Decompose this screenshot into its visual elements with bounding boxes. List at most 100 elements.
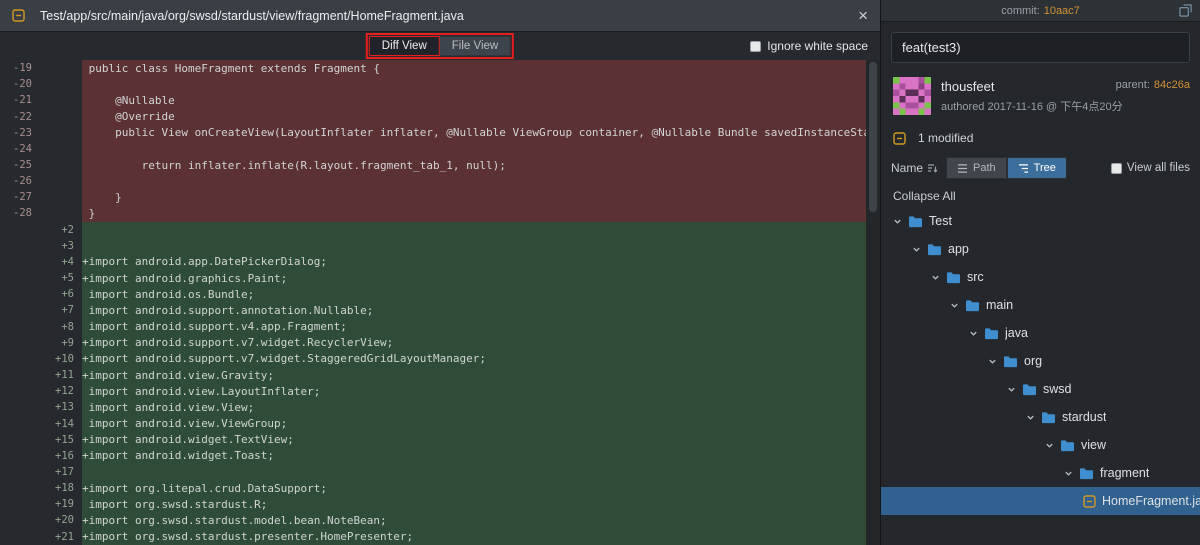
code-text <box>82 463 866 481</box>
diff-view-button[interactable]: Diff View <box>368 36 440 56</box>
code-text: } <box>82 205 866 222</box>
folder-icon <box>908 215 923 228</box>
chevron-down-icon <box>969 329 978 338</box>
name-sort-label: Name <box>891 161 924 175</box>
code-text: +import org.swsd.stardust.model.bean.Not… <box>82 512 866 529</box>
commit-label: commit: <box>1001 4 1040 17</box>
tree-item-folder[interactable]: fragment <box>881 459 1200 487</box>
diff-line: -21 @Nullable <box>0 92 880 109</box>
diff-line: -22 @Override <box>0 108 880 125</box>
view-all-files-checkbox[interactable] <box>1110 162 1122 174</box>
code-text: import android.view.ViewGroup; <box>82 415 866 432</box>
diff-scrollbar[interactable] <box>866 60 880 545</box>
new-line-number: +16 <box>55 449 74 462</box>
tree-item-label: org <box>1024 354 1043 368</box>
folder-icon <box>927 243 942 256</box>
code-text: +import android.widget.TextView; <box>82 431 866 448</box>
modified-count-label: 1 modified <box>918 131 974 145</box>
chevron-down-icon <box>931 273 940 282</box>
diff-line: +15 +import android.widget.TextView; <box>0 431 880 448</box>
chevron-down-icon <box>988 357 997 366</box>
folder-icon <box>965 299 980 312</box>
tree-item-label: fragment <box>1100 466 1150 480</box>
tree-item-folder[interactable]: org <box>881 347 1200 375</box>
code-text: public View onCreateView(LayoutInflater … <box>82 124 866 141</box>
tree-item-folder[interactable]: java <box>881 319 1200 347</box>
tree-item-folder[interactable]: stardust <box>881 403 1200 431</box>
old-line-number: -20 <box>13 78 32 91</box>
diff-line: +11 +import android.view.Gravity; <box>0 366 880 384</box>
code-text: @Nullable <box>82 92 866 109</box>
tree-item-folder[interactable]: Test <box>881 207 1200 235</box>
file-header: Test/app/src/main/java/org/swsd/stardust… <box>0 0 880 32</box>
tree-item-label: stardust <box>1062 410 1107 424</box>
code-text: } <box>82 189 866 206</box>
file-view-button[interactable]: File View <box>439 36 512 56</box>
code-text: public class HomeFragment extends Fragme… <box>82 60 866 77</box>
code-text: import android.support.v4.app.Fragment; <box>82 318 866 335</box>
scrollbar-thumb[interactable] <box>869 62 877 212</box>
code-text: +import android.graphics.Paint; <box>82 270 866 287</box>
commit-header-bar: commit: 10aac7 <box>881 0 1200 22</box>
view-all-files-control[interactable]: View all files <box>1110 162 1190 174</box>
diff-body: -19 public class HomeFragment extends Fr… <box>0 60 880 545</box>
author-meta: thousfeet authored 2017-11-16 @ 下午4点20分 <box>941 77 1123 115</box>
diff-line: -26 <box>0 173 880 190</box>
code-text: +import android.support.v7.widget.Recycl… <box>82 334 866 351</box>
diff-line: -23 public View onCreateView(LayoutInfla… <box>0 124 880 141</box>
old-line-number: -23 <box>13 126 32 139</box>
commit-hash[interactable]: 10aac7 <box>1044 5 1080 17</box>
code-text: +import android.support.v7.widget.Stagge… <box>82 350 866 367</box>
old-line-number: -22 <box>13 110 32 123</box>
diff-line: +21 +import org.swsd.stardust.presenter.H… <box>0 528 880 545</box>
file-tree: Test app src main java org swsd stardust view fra… <box>881 207 1200 545</box>
close-button[interactable]: × <box>858 7 868 24</box>
diff-line: +18 +import org.litepal.crud.DataSupport; <box>0 480 880 497</box>
chevron-down-icon <box>1064 469 1073 478</box>
diff-line: +13 import android.view.View; <box>0 399 880 416</box>
folder-icon <box>1041 411 1056 424</box>
code-text: +import org.swsd.stardust.presenter.Home… <box>82 528 866 545</box>
tree-item-label: swsd <box>1043 382 1072 396</box>
diff-line: +19 import org.swsd.stardust.R; <box>0 496 880 513</box>
tree-item-label: src <box>967 270 984 284</box>
chevron-down-icon <box>1045 441 1054 450</box>
diff-line: -25 return inflater.inflate(R.layout.fra… <box>0 156 880 174</box>
commit-sidebar: commit: 10aac7 feat(test3) thousfeet aut… <box>880 0 1200 545</box>
view-all-files-label: View all files <box>1126 162 1190 174</box>
new-line-number: +4 <box>61 255 74 268</box>
code-text: return inflater.inflate(R.layout.fragmen… <box>82 156 866 174</box>
path-view-button[interactable]: Path <box>946 157 1007 179</box>
diff-line: -24 <box>0 140 880 157</box>
tree-item-folder[interactable]: main <box>881 291 1200 319</box>
code-text: +import android.widget.Toast; <box>82 447 866 464</box>
code-text: import android.view.LayoutInflater; <box>82 383 866 400</box>
parent-ref: parent: 84c26a <box>1116 79 1190 91</box>
tree-item-folder[interactable]: src <box>881 263 1200 291</box>
new-line-number: +14 <box>55 417 74 430</box>
tree-item-file[interactable]: HomeFragment.java <box>881 487 1200 515</box>
parent-hash[interactable]: 84c26a <box>1154 79 1190 91</box>
expand-icon[interactable] <box>1179 4 1192 17</box>
ignore-whitespace-checkbox[interactable] <box>750 40 762 52</box>
new-line-number: +3 <box>61 239 74 252</box>
collapse-all-button[interactable]: Collapse All <box>881 189 1200 203</box>
old-line-number: -26 <box>13 175 32 188</box>
tree-item-label: HomeFragment.java <box>1102 494 1200 508</box>
name-sort-control[interactable]: Name <box>891 161 938 175</box>
tree-item-folder[interactable]: swsd <box>881 375 1200 403</box>
tree-item-folder[interactable]: view <box>881 431 1200 459</box>
new-line-number: +2 <box>61 223 74 236</box>
tree-button-label: Tree <box>1033 162 1056 174</box>
folder-icon <box>984 327 999 340</box>
diff-line: -19 public class HomeFragment extends Fr… <box>0 60 880 77</box>
ignore-whitespace-control[interactable]: Ignore white space <box>750 39 868 53</box>
file-path: Test/app/src/main/java/org/swsd/stardust… <box>40 8 464 23</box>
diff-viewer-app: Test/app/src/main/java/org/swsd/stardust… <box>0 0 1200 545</box>
diff-line: -28 } <box>0 205 880 222</box>
code-text: import android.support.annotation.Nullab… <box>82 302 866 319</box>
tree-item-label: Test <box>929 214 952 228</box>
tree-item-folder[interactable]: app <box>881 235 1200 263</box>
tree-view-button[interactable]: Tree <box>1006 157 1067 179</box>
ignore-whitespace-label: Ignore white space <box>767 39 868 53</box>
